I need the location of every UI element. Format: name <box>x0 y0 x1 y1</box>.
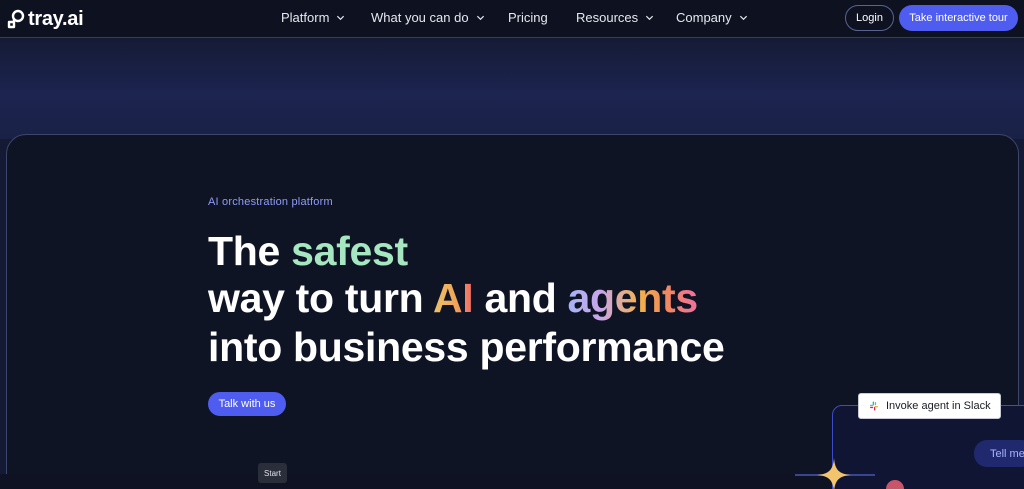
nav-item-company[interactable]: Company <box>676 10 748 25</box>
nav-item-label: Company <box>676 10 732 25</box>
tray-logo-icon <box>7 9 25 29</box>
headline-highlight-ai: AI <box>432 275 474 321</box>
chevron-down-icon <box>337 15 345 21</box>
interactive-tour-button[interactable]: Take interactive tour <box>899 5 1018 31</box>
invoke-agent-slack-chip[interactable]: Invoke agent in Slack <box>858 393 1001 419</box>
headline-line-2: way to turn AI and agents <box>208 275 725 322</box>
nav-item-label: Platform <box>281 10 330 25</box>
nav-item-what-you-can-do[interactable]: What you can do <box>371 10 485 25</box>
nav-item-label: Resources <box>576 10 639 25</box>
nav-item-label: Pricing <box>508 10 548 25</box>
hero-background-band <box>0 39 1024 139</box>
nav-item-label: What you can do <box>371 10 469 25</box>
chevron-down-icon <box>646 15 654 21</box>
hero-headline: The safest way to turn AI and agents int… <box>208 228 725 373</box>
brand-logo[interactable]: tray.ai <box>6 7 84 30</box>
nav-item-platform[interactable]: Platform <box>281 10 345 25</box>
nav-item-pricing[interactable]: Pricing <box>508 10 548 25</box>
headline-line-1: The safest <box>208 228 725 275</box>
brand-name: tray.ai <box>28 7 84 30</box>
talk-with-us-button[interactable]: Talk with us <box>208 392 286 416</box>
headline-line-3: into business performance <box>208 324 725 370</box>
chevron-down-icon <box>739 15 747 21</box>
slack-icon <box>870 401 878 411</box>
headline-text: way to turn <box>208 275 433 321</box>
top-navigation: tray.ai Platform What you can do Pricing… <box>0 0 1024 38</box>
hero-eyebrow: AI orchestration platform <box>208 196 333 208</box>
start-tooltip: Start <box>258 463 287 483</box>
login-button[interactable]: Login <box>845 5 894 31</box>
headline-text: The <box>208 228 292 274</box>
nav-item-resources[interactable]: Resources <box>576 10 654 25</box>
tell-me-chip[interactable]: Tell me <box>974 440 1024 467</box>
sparkle-icon <box>817 458 851 489</box>
slack-chip-label: Invoke agent in Slack <box>886 400 991 412</box>
headline-highlight-agents: agents <box>567 275 699 321</box>
chevron-down-icon <box>476 15 484 21</box>
headline-highlight-safest: safest <box>291 228 408 274</box>
headline-text: and <box>473 275 568 321</box>
